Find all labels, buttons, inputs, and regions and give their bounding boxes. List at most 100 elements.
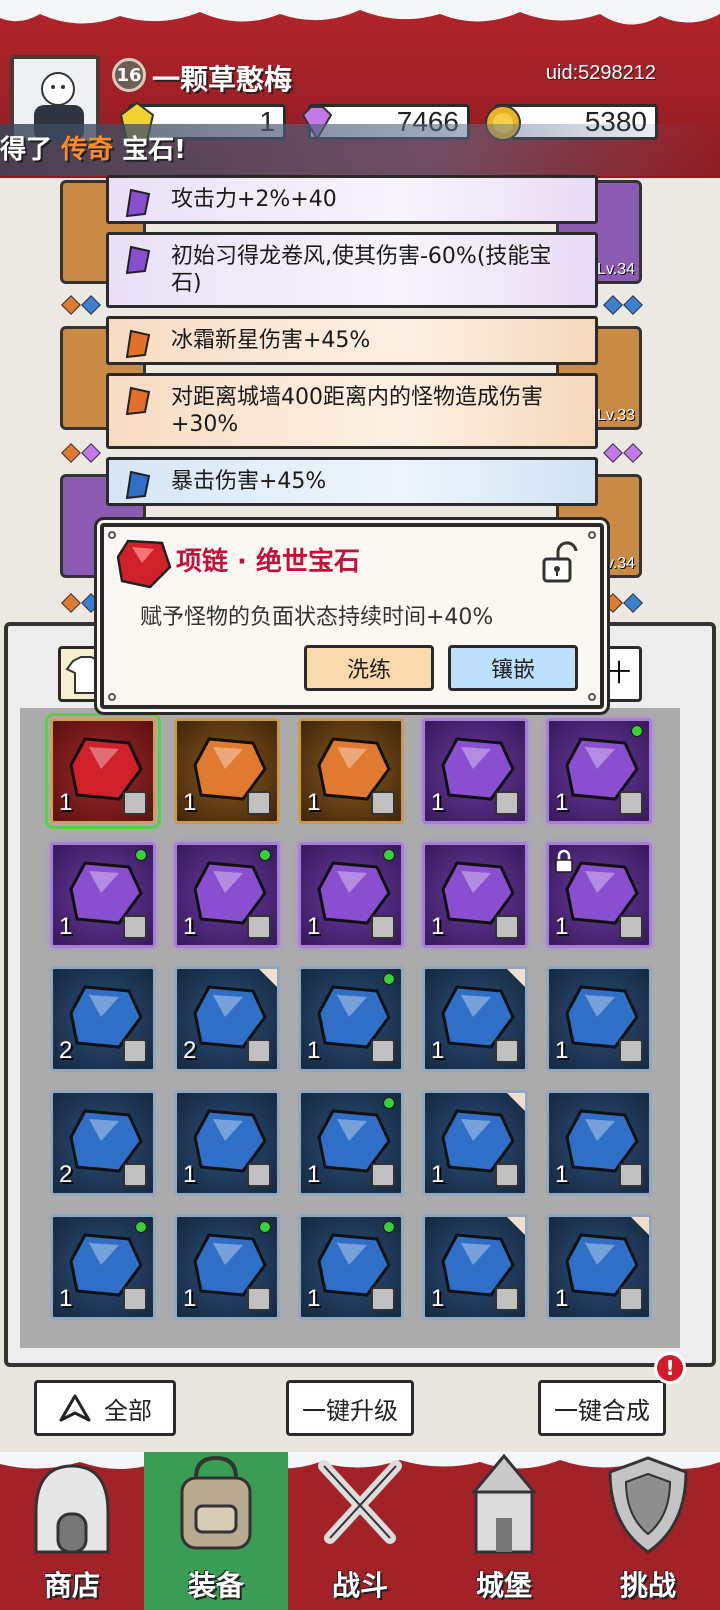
gem-cell[interactable]: 1: [546, 842, 652, 948]
ring-slot-icon: [495, 791, 519, 815]
corner-fold: [507, 1217, 525, 1235]
nav-shop[interactable]: 商店: [0, 1452, 144, 1610]
staff-slot-icon: [247, 1287, 271, 1311]
gem-count: 1: [555, 1037, 569, 1064]
boots-slot-icon: [247, 791, 271, 815]
gem-count: 1: [183, 789, 197, 816]
gem-cell[interactable]: 1: [298, 966, 404, 1072]
gem-cell[interactable]: 1: [422, 1214, 528, 1320]
backpack-icon: [180, 1455, 252, 1550]
new-indicator-dot: [383, 849, 395, 861]
new-indicator-dot: [631, 725, 643, 737]
gem-cell[interactable]: 2: [50, 966, 156, 1072]
upgrade-all-button[interactable]: 一键升级: [286, 1380, 414, 1436]
shield-icon: [608, 1456, 688, 1554]
gem-cell[interactable]: 1: [174, 1214, 280, 1320]
socket-dots-right-3: [603, 593, 643, 616]
gem-cell[interactable]: 1: [298, 1214, 404, 1320]
necklace-slot-icon: [123, 791, 147, 815]
gem-count: 1: [59, 1285, 73, 1312]
gem-count: 1: [431, 1285, 445, 1312]
attribute-text: 初始习得龙卷风,使其伤害-60%(技能宝石): [171, 244, 552, 296]
gem-attribute-list: 攻击力+2%+40 初始习得龙卷风,使其伤害-60%(技能宝石) 冰霜新星伤害+…: [106, 175, 598, 514]
staff-slot-icon: [123, 1287, 147, 1311]
gem-cell[interactable]: 1: [546, 718, 652, 824]
banner-prefix: 得了: [0, 135, 53, 165]
gem-cell[interactable]: 1: [298, 718, 404, 824]
gem-cell[interactable]: 2: [50, 1090, 156, 1196]
attribute-row: 初始习得龙卷风,使其伤害-60%(技能宝石): [106, 232, 598, 308]
notification-banner: 得了 传奇 宝石!: [0, 124, 720, 176]
nav-label: 商店: [43, 1569, 100, 1602]
red-gem-icon: [116, 539, 172, 589]
gem-cell[interactable]: 2: [174, 966, 280, 1072]
armor-slot-icon: [371, 1163, 395, 1187]
snow-decoration: [0, 0, 720, 25]
gem-cell[interactable]: 1: [422, 966, 528, 1072]
gem-cell[interactable]: 1: [174, 1090, 280, 1196]
attribute-text: 冰霜新星伤害+45%: [171, 328, 371, 353]
staff-slot-icon: [619, 1163, 643, 1187]
boots-slot-icon: [495, 1163, 519, 1187]
gem-count: 1: [431, 789, 445, 816]
top-header: 16 一颗草憨梅 uid:5298212 1 7466 5380 得了 传奇 宝…: [0, 0, 720, 178]
gem-count: 1: [555, 789, 569, 816]
gem-cell[interactable]: 1: [422, 842, 528, 948]
nav-label: 城堡: [475, 1569, 532, 1602]
gem-count: 2: [183, 1037, 197, 1064]
gem-inventory-grid: 1 1 1 1 1 1 1 1 1 1 2 2 1 1 1 2 1 1 1 1 1 1 1 1 1: [20, 708, 680, 1348]
merge-all-button[interactable]: 一键合成: [538, 1380, 666, 1436]
gem-cell[interactable]: 1: [546, 1214, 652, 1320]
gem-cell[interactable]: 1: [546, 966, 652, 1072]
nav-challenge[interactable]: 挑战: [576, 1452, 720, 1610]
ring-slot-icon: [247, 1039, 271, 1063]
attribute-row: 冰霜新星伤害+45%: [106, 316, 598, 365]
gem-count: 1: [307, 913, 321, 940]
nav-castle[interactable]: 城堡: [432, 1452, 576, 1610]
gem-count: 2: [59, 1161, 73, 1188]
orange-gem-icon: [125, 329, 151, 359]
shop-icon: [34, 1464, 110, 1554]
triangle-filter-icon: [59, 1394, 91, 1422]
gem-cell[interactable]: 1: [298, 842, 404, 948]
purple-gem-icon: [125, 188, 151, 218]
new-indicator-dot: [259, 1221, 271, 1233]
nav-equipment[interactable]: 装备: [144, 1452, 288, 1610]
gem-count: 1: [555, 1161, 569, 1188]
equip-level: Lv.34: [597, 261, 635, 278]
swords-icon: [318, 1460, 402, 1544]
lock-icon: [555, 849, 573, 873]
gem-cell[interactable]: 1: [45, 713, 161, 829]
attribute-text: 攻击力+2%+40: [171, 187, 337, 212]
gem-count: 1: [307, 1285, 321, 1312]
attribute-row: 暴击伤害+45%: [106, 457, 598, 506]
player-uid: uid:5298212: [545, 62, 656, 84]
gem-cell[interactable]: 1: [422, 1090, 528, 1196]
staff-slot-icon: [371, 1287, 395, 1311]
gem-count: 1: [183, 1161, 197, 1188]
staff-slot-icon: [495, 915, 519, 939]
corner-rivet: [588, 693, 596, 701]
armor-slot-icon: [495, 1039, 519, 1063]
nav-battle[interactable]: 战斗: [288, 1452, 432, 1610]
attribute-text: 暴击伤害+45%: [171, 469, 327, 494]
socket-dots-right-2: [603, 443, 643, 466]
gem-count: 1: [307, 1037, 321, 1064]
gem-cell[interactable]: 1: [174, 842, 280, 948]
gem-cell[interactable]: 1: [546, 1090, 652, 1196]
corner-rivet: [588, 531, 596, 539]
armor-slot-icon: [123, 915, 147, 939]
gem-cell[interactable]: 1: [422, 718, 528, 824]
gem-count: 1: [59, 913, 73, 940]
refine-button[interactable]: 洗练: [304, 645, 434, 691]
gem-cell[interactable]: 1: [174, 718, 280, 824]
gem-cell[interactable]: 1: [298, 1090, 404, 1196]
lock-button[interactable]: [540, 541, 582, 585]
gem-cell[interactable]: 1: [50, 842, 156, 948]
inlay-button[interactable]: 镶嵌: [448, 645, 578, 691]
corner-fold: [507, 1093, 525, 1111]
gem-cell[interactable]: 1: [50, 1214, 156, 1320]
banner-highlight: 传奇: [61, 135, 114, 165]
filter-all-button[interactable]: 全部: [34, 1380, 176, 1436]
attribute-text: 对距离城墙400距离内的怪物造成伤害+30%: [171, 385, 543, 437]
